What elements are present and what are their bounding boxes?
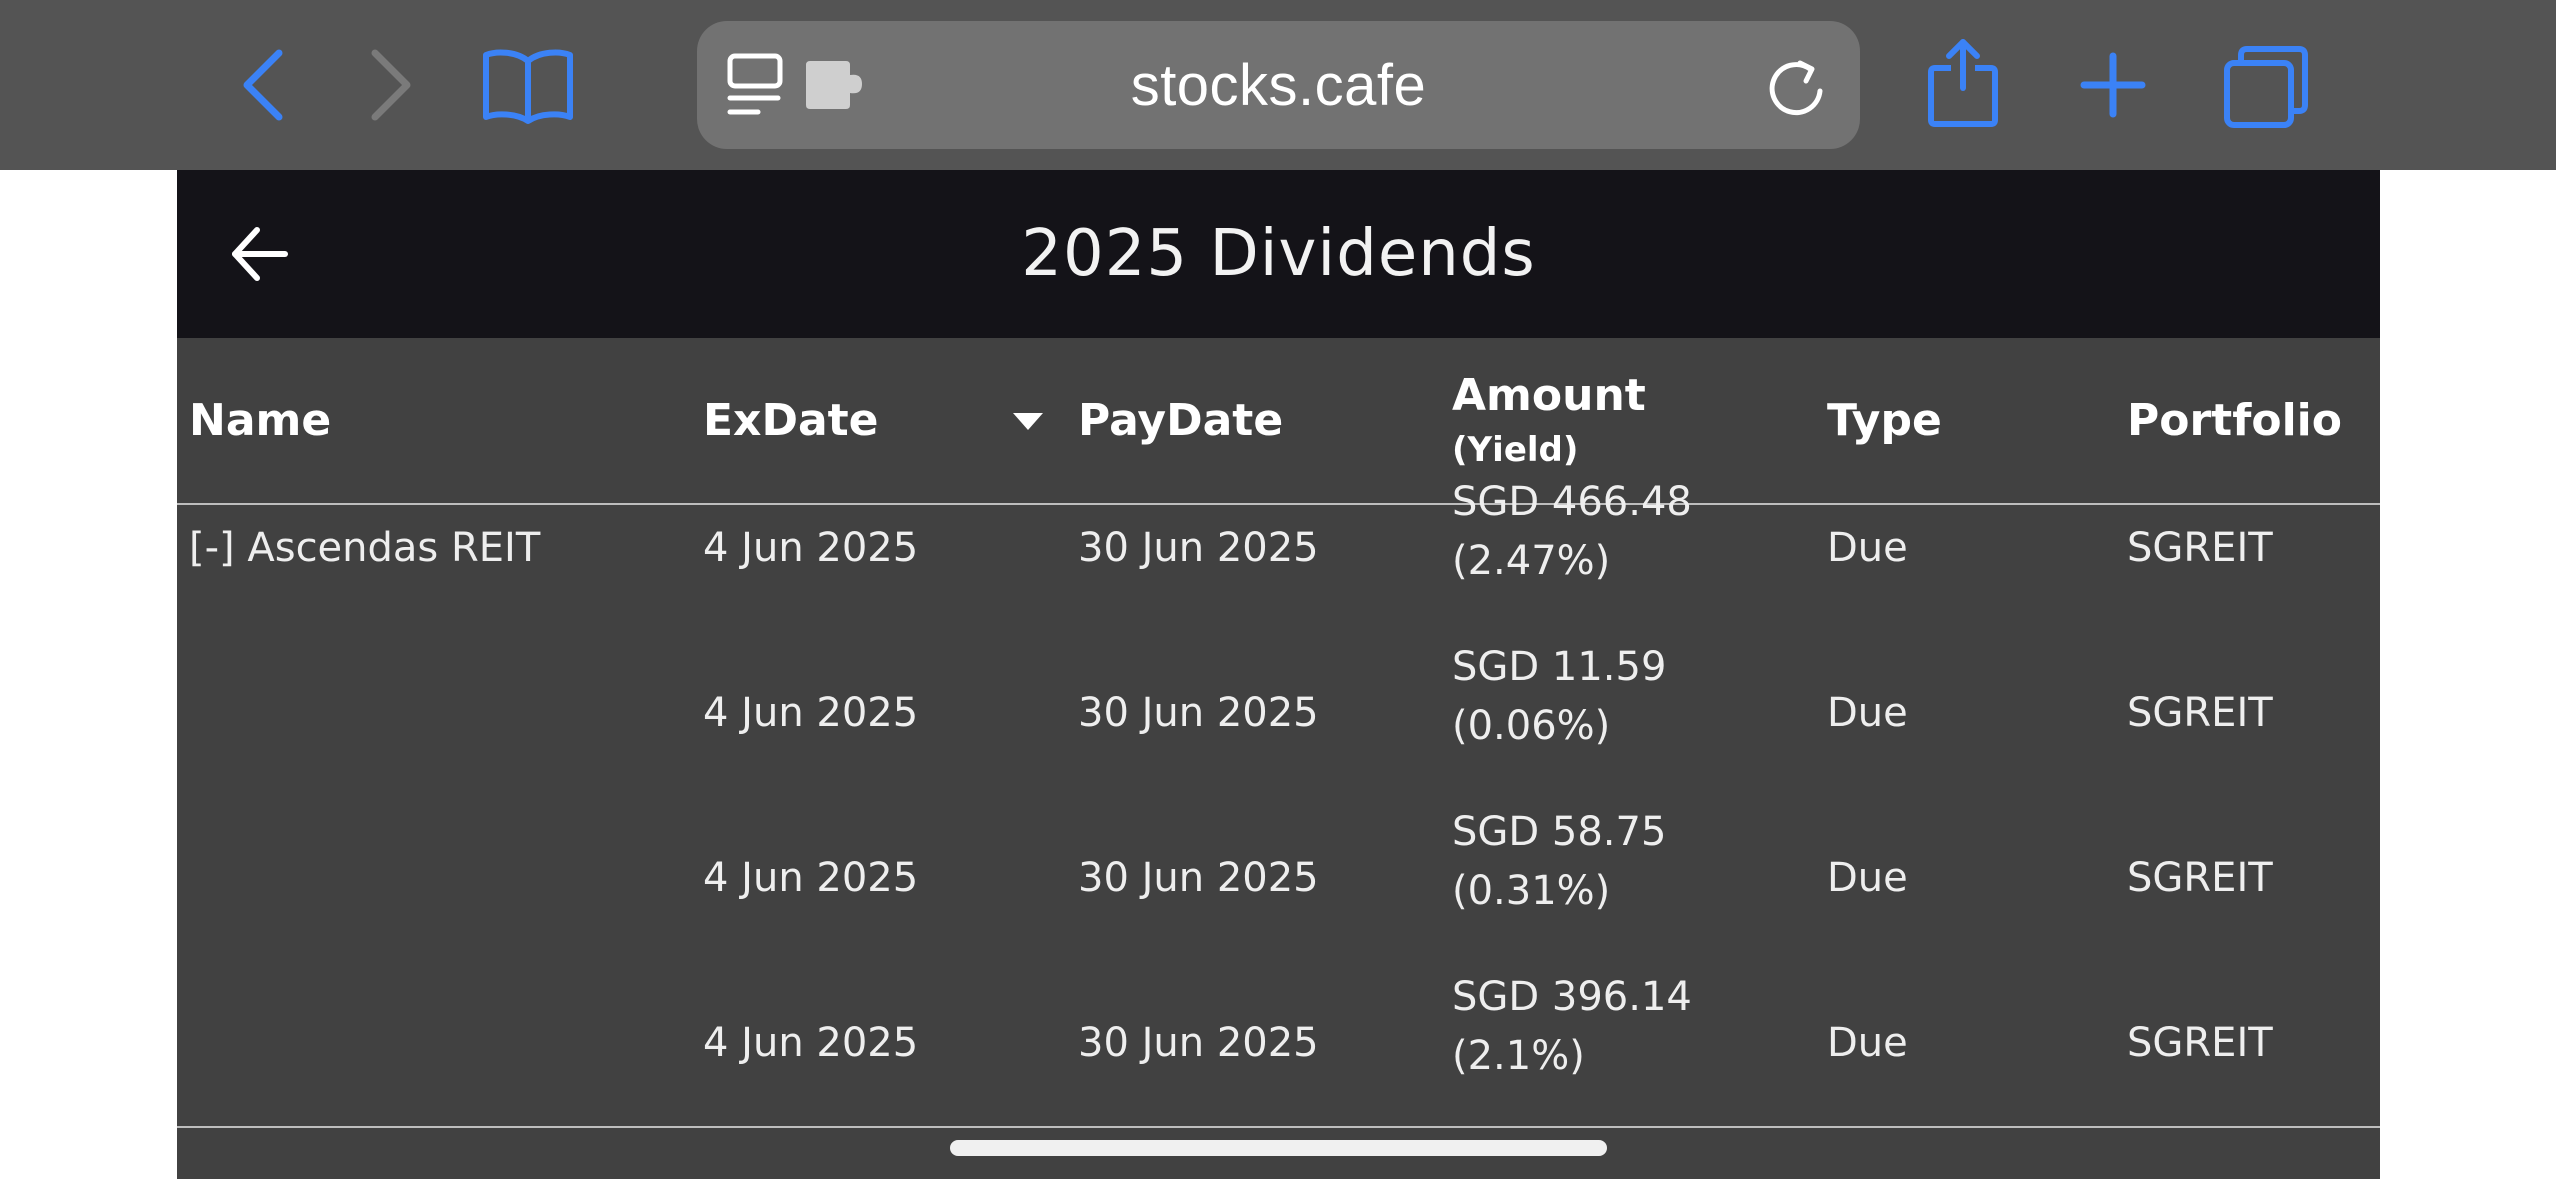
column-header-type[interactable]: Type: [1827, 395, 1942, 446]
url-text: stocks.cafe: [1130, 52, 1427, 118]
row-paydate: 30 Jun 2025: [1078, 855, 1319, 901]
row-exdate: 4 Jun 2025: [703, 1020, 919, 1066]
row-paydate: 30 Jun 2025: [1078, 690, 1319, 736]
row-yield: (0.06%): [1452, 703, 1611, 749]
column-header-portfolio[interactable]: Portfolio: [2127, 395, 2342, 446]
row-portfolio: SGREIT: [2127, 1020, 2273, 1066]
address-bar[interactable]: stocks.cafe: [697, 21, 1860, 149]
row-type: Due: [1827, 525, 1908, 571]
column-header-exdate[interactable]: ExDate: [703, 395, 879, 446]
tabs-icon[interactable]: [2222, 44, 2310, 130]
sort-descending-icon[interactable]: [1013, 413, 1043, 430]
row-paydate: 30 Jun 2025: [1078, 1020, 1319, 1066]
plus-icon[interactable]: [2078, 50, 2148, 120]
row-amount: SGD 396.14: [1452, 974, 1692, 1020]
column-header-name[interactable]: Name: [189, 395, 331, 446]
row-yield: (2.47%): [1452, 538, 1611, 584]
row-exdate: 4 Jun 2025: [703, 525, 919, 571]
dividends-page: 2025 Dividends Name ExDate PayDate Amoun…: [177, 170, 2380, 1179]
chevron-right-icon[interactable]: [360, 42, 424, 128]
row-portfolio: SGREIT: [2127, 855, 2273, 901]
row-name-toggle[interactable]: [-] Ascendas REIT: [189, 519, 540, 577]
book-icon[interactable]: [478, 44, 578, 126]
row-amount: SGD 11.59: [1452, 644, 1667, 690]
row-type: Due: [1827, 690, 1908, 736]
browser-toolbar: stocks.cafe: [0, 0, 2556, 170]
chevron-left-icon[interactable]: [230, 42, 294, 128]
row-type: Due: [1827, 1020, 1908, 1066]
home-indicator[interactable]: [950, 1140, 1607, 1156]
page-title: 2025 Dividends: [1021, 217, 1536, 291]
row-portfolio: SGREIT: [2127, 690, 2273, 736]
row-exdate: 4 Jun 2025: [703, 690, 919, 736]
row-yield: (2.1%): [1452, 1033, 1585, 1079]
row-exdate: 4 Jun 2025: [703, 855, 919, 901]
row-portfolio: SGREIT: [2127, 525, 2273, 571]
share-icon[interactable]: [1925, 36, 2001, 128]
reload-icon[interactable]: [1762, 51, 1830, 119]
column-header-paydate[interactable]: PayDate: [1078, 395, 1283, 446]
row-amount: SGD 466.48: [1452, 479, 1692, 525]
row-amount: SGD 58.75: [1452, 809, 1667, 855]
column-header-yield: (Yield): [1452, 430, 1579, 470]
app-header: 2025 Dividends: [177, 170, 2380, 338]
table-bottom-divider: [177, 1126, 2380, 1128]
row-paydate: 30 Jun 2025: [1078, 525, 1319, 571]
row-yield: (0.31%): [1452, 868, 1611, 914]
header-divider: [177, 503, 2380, 505]
column-header-amount[interactable]: Amount: [1452, 370, 1646, 421]
row-type: Due: [1827, 855, 1908, 901]
